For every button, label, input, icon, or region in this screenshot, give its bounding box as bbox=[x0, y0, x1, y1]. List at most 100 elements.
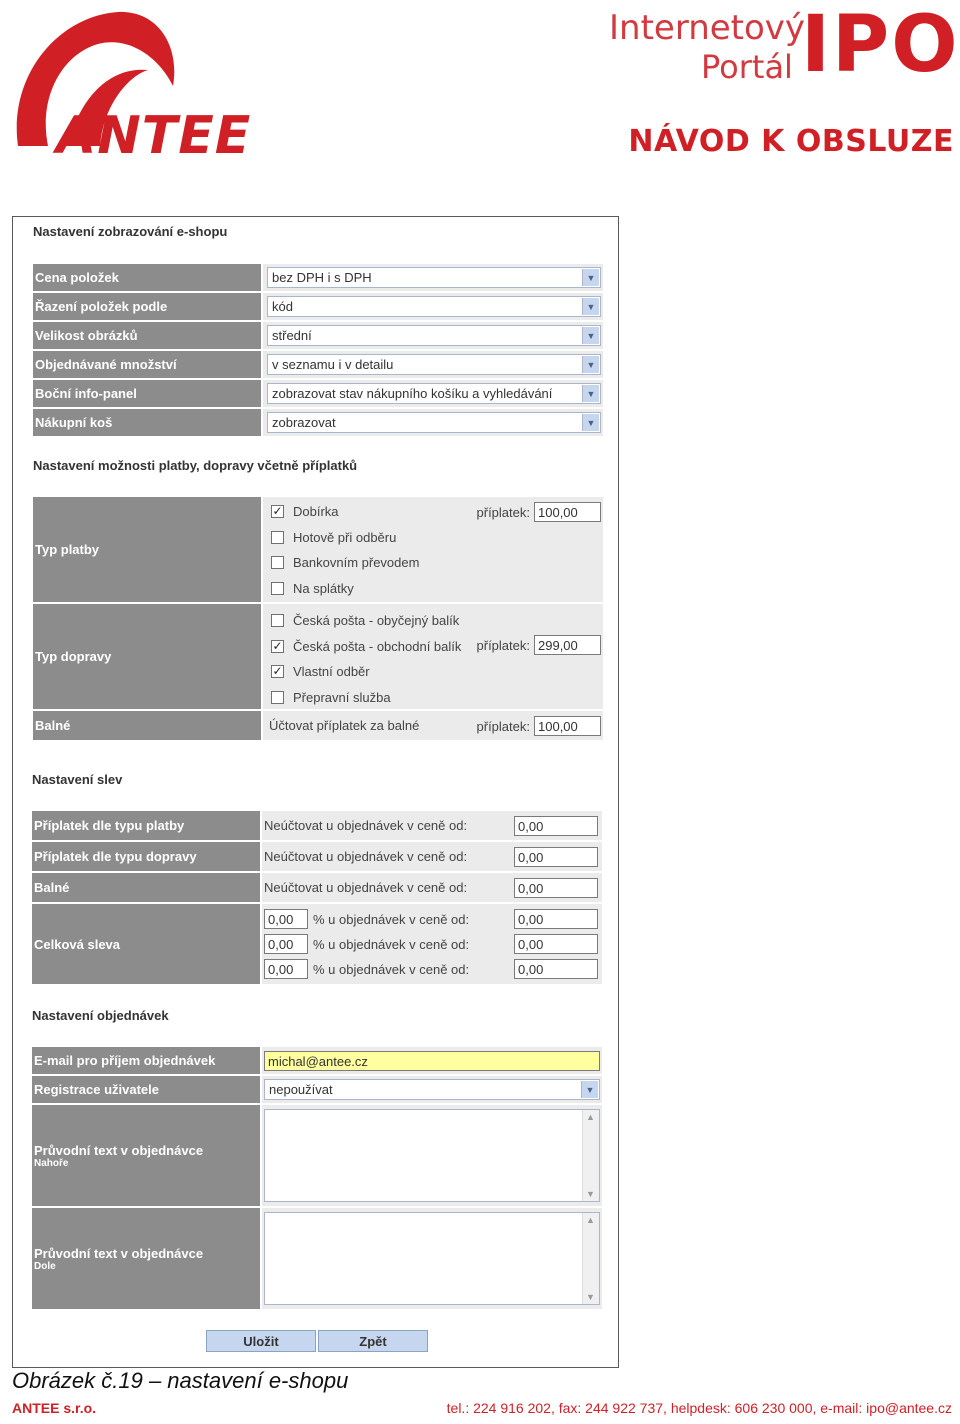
row-label: Typ platby bbox=[33, 497, 261, 604]
checkbox[interactable] bbox=[271, 531, 284, 544]
shipping-fee-input[interactable]: 299,00 bbox=[534, 635, 601, 655]
chevron-down-icon[interactable]: ▼ bbox=[582, 327, 599, 344]
shipping-option[interactable]: ✓ Vlastní odběr bbox=[271, 664, 370, 679]
quantity-select[interactable]: v seznamu i v detailu ▼ bbox=[267, 354, 601, 375]
discount-input[interactable]: 0,00 bbox=[514, 959, 598, 979]
row-label: Balné bbox=[33, 711, 261, 742]
row-label: E-mail pro příjem objednávek bbox=[32, 1047, 260, 1076]
row-shipping-type: Typ dopravy Česká pošta - obyčejný balík… bbox=[33, 604, 603, 711]
payment-fee-input[interactable]: 100,00 bbox=[534, 502, 601, 522]
row-label: Průvodní text v objednávce Nahoře bbox=[32, 1105, 260, 1208]
checkbox[interactable] bbox=[271, 556, 284, 569]
discount-input[interactable]: 0,00 bbox=[514, 816, 598, 836]
row-item-price: Cena položek bez DPH i s DPH ▼ bbox=[33, 264, 603, 293]
row-label: Boční info-panel bbox=[33, 380, 261, 409]
row-label: Příplatek dle typu platby bbox=[32, 811, 260, 842]
ipo-line2: Portál bbox=[701, 48, 793, 86]
checkbox[interactable]: ✓ bbox=[271, 640, 284, 653]
shipping-fee: příplatek: 299,00 bbox=[477, 635, 601, 655]
chevron-up-icon[interactable]: ▲ bbox=[586, 1215, 595, 1225]
row-discount-payment: Příplatek dle typu platby Neúčtovat u ob… bbox=[32, 811, 602, 842]
chevron-down-icon[interactable]: ▼ bbox=[582, 298, 599, 315]
shipping-option[interactable]: ✓ Česká pošta - obchodní balík bbox=[271, 639, 461, 654]
row-label: Celková sleva bbox=[32, 904, 260, 986]
cart-select[interactable]: zobrazovat ▼ bbox=[267, 412, 601, 433]
ipo-line1: Internetový bbox=[609, 8, 806, 48]
chevron-down-icon[interactable]: ▼ bbox=[586, 1292, 595, 1302]
discount-pct-input[interactable]: 0,00 bbox=[264, 959, 308, 979]
shipping-option[interactable]: Česká pošta - obyčejný balík bbox=[271, 613, 459, 628]
ipo-logo: Internetový Portál IPO bbox=[609, 0, 958, 90]
row-label: Příplatek dle typu dopravy bbox=[32, 842, 260, 873]
payment-option[interactable]: Bankovním převodem bbox=[271, 555, 419, 570]
row-label: Registrace uživatele bbox=[32, 1076, 260, 1105]
checkbox[interactable] bbox=[271, 582, 284, 595]
row-packing: Balné Účtovat příplatek za balné příplat… bbox=[33, 711, 603, 742]
payment-option[interactable]: ✓ Dobírka bbox=[271, 504, 339, 519]
chevron-down-icon[interactable]: ▼ bbox=[582, 269, 599, 286]
row-label: Objednávané množství bbox=[33, 351, 261, 380]
row-sort-by: Řazení položek podle kód ▼ bbox=[33, 293, 603, 322]
bottom-text-textarea[interactable]: ▲ ▼ bbox=[264, 1212, 600, 1305]
checkbox[interactable]: ✓ bbox=[271, 505, 284, 518]
registration-select[interactable]: nepoužívat ▼ bbox=[264, 1079, 600, 1100]
chevron-down-icon[interactable]: ▼ bbox=[582, 414, 599, 431]
chevron-down-icon[interactable]: ▼ bbox=[581, 1081, 598, 1098]
back-button[interactable]: Zpět bbox=[318, 1330, 428, 1352]
packing-fee-input[interactable]: 100,00 bbox=[534, 716, 601, 736]
row-label: Velikost obrázků bbox=[33, 322, 261, 351]
checkbox[interactable] bbox=[271, 691, 284, 704]
save-button[interactable]: Uložit bbox=[206, 1330, 316, 1352]
price-select[interactable]: bez DPH i s DPH ▼ bbox=[267, 267, 601, 288]
packing-fee: příplatek: 100,00 bbox=[477, 716, 601, 736]
row-cart: Nákupní koš zobrazovat ▼ bbox=[33, 409, 603, 438]
packing-text: Účtovat příplatek za balné bbox=[269, 718, 420, 733]
sort-select[interactable]: kód ▼ bbox=[267, 296, 601, 317]
discount-pct-input[interactable]: 0,00 bbox=[264, 934, 308, 954]
payment-option[interactable]: Na splátky bbox=[271, 581, 354, 596]
row-registration: Registrace uživatele nepoužívat ▼ bbox=[32, 1076, 602, 1105]
scrollbar[interactable]: ▲ ▼ bbox=[582, 1213, 599, 1304]
row-label: Typ dopravy bbox=[33, 604, 261, 711]
chevron-down-icon[interactable]: ▼ bbox=[582, 385, 599, 402]
row-label: Průvodní text v objednávce Dole bbox=[32, 1208, 260, 1311]
section-title-discounts: Nastavení slev bbox=[32, 772, 123, 787]
row-order-email: E-mail pro příjem objednávek michal@ante… bbox=[32, 1047, 602, 1076]
row-info-panel: Boční info-panel zobrazovat stav nákupní… bbox=[33, 380, 603, 409]
row-label: Balné bbox=[32, 873, 260, 904]
scrollbar[interactable]: ▲ ▼ bbox=[582, 1110, 599, 1201]
row-total-discount: Celková sleva 0,00 % u objednávek v ceně… bbox=[32, 904, 602, 986]
row-bottom-text: Průvodní text v objednávce Dole ▲ ▼ bbox=[32, 1208, 602, 1311]
shipping-option[interactable]: Přepravní služba bbox=[271, 690, 391, 705]
info-panel-select[interactable]: zobrazovat stav nákupního košíku a vyhle… bbox=[267, 383, 601, 404]
discount-input[interactable]: 0,00 bbox=[514, 909, 598, 929]
checkbox[interactable] bbox=[271, 614, 284, 627]
antee-logo: ANTEE bbox=[8, 6, 268, 166]
row-order-quantity: Objednávané množství v seznamu i v detai… bbox=[33, 351, 603, 380]
eshop-settings-screenshot: Nastavení zobrazování e-shopu Cena polož… bbox=[12, 216, 619, 1368]
chevron-down-icon[interactable]: ▼ bbox=[582, 356, 599, 373]
section-title-orders: Nastavení objednávek bbox=[32, 1008, 169, 1023]
chevron-down-icon[interactable]: ▼ bbox=[586, 1189, 595, 1199]
email-field[interactable]: michal@antee.cz bbox=[264, 1051, 600, 1071]
top-text-textarea[interactable]: ▲ ▼ bbox=[264, 1109, 600, 1202]
payment-option[interactable]: Hotově při odběru bbox=[271, 530, 396, 545]
row-label: Cena položek bbox=[33, 264, 261, 293]
discount-input[interactable]: 0,00 bbox=[514, 934, 598, 954]
row-image-size: Velikost obrázků střední ▼ bbox=[33, 322, 603, 351]
section-title-payment: Nastavení možnosti platby, dopravy včetn… bbox=[33, 458, 358, 473]
chevron-up-icon[interactable]: ▲ bbox=[586, 1112, 595, 1122]
section-title-display: Nastavení zobrazování e-shopu bbox=[33, 224, 228, 239]
row-payment-type: Typ platby ✓ Dobírka Hotově při odběru Ba… bbox=[33, 497, 603, 604]
row-discount-packing: Balné Neúčtovat u objednávek v ceně od: … bbox=[32, 873, 602, 904]
footer-company: ANTEE s.r.o. bbox=[12, 1400, 97, 1416]
checkbox[interactable]: ✓ bbox=[271, 665, 284, 678]
footer-contact: tel.: 224 916 202, fax: 244 922 737, hel… bbox=[446, 1400, 952, 1416]
discount-pct-input[interactable]: 0,00 bbox=[264, 909, 308, 929]
image-size-select[interactable]: střední ▼ bbox=[267, 325, 601, 346]
discount-input[interactable]: 0,00 bbox=[514, 878, 598, 898]
figure-caption: Obrázek č.19 – nastavení e-shopu bbox=[12, 1368, 349, 1393]
payment-fee: příplatek: 100,00 bbox=[477, 502, 601, 522]
antee-logo-text: ANTEE bbox=[56, 106, 252, 166]
discount-input[interactable]: 0,00 bbox=[514, 847, 598, 867]
